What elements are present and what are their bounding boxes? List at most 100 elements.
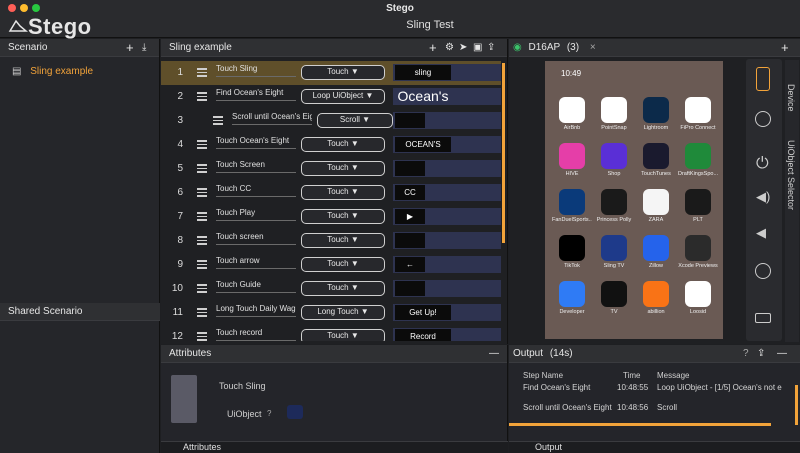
scrollbar[interactable] [502, 63, 505, 243]
cursor-icon[interactable]: ➤ [459, 39, 467, 57]
uiobject-selector-side-tab[interactable]: UiObject Selector [786, 140, 796, 210]
step-row[interactable]: 1 Touch Sling Touch ▼ sling [161, 61, 501, 85]
step-row[interactable]: 2 Find Ocean's Eight Loop UiObject ▼ Ocean'… [161, 85, 501, 109]
minimize-window-button[interactable] [20, 4, 28, 12]
volume-up-icon[interactable]: ◀) [756, 189, 770, 205]
device-side-tab[interactable]: Device [786, 84, 796, 112]
step-label[interactable]: Find Ocean's Eight [216, 88, 296, 101]
app-icon[interactable] [601, 143, 627, 169]
app-icon[interactable] [685, 235, 711, 261]
collapse-icon[interactable]: — [489, 345, 499, 363]
action-select[interactable]: Long Touch ▼ [301, 305, 385, 320]
app-icon[interactable] [559, 143, 585, 169]
step-row[interactable]: 3 Scroll until Ocean's Eight Scroll ▼ [161, 109, 501, 133]
phone-icon[interactable] [756, 67, 770, 91]
drag-handle-icon[interactable] [197, 188, 207, 197]
app-icon[interactable] [601, 281, 627, 307]
app-icon[interactable] [643, 281, 669, 307]
step-label[interactable]: Touch CC [216, 184, 296, 197]
drag-handle-icon[interactable] [197, 332, 207, 341]
app-icon[interactable] [643, 143, 669, 169]
phone-screen[interactable]: 10:49 AirBnb PointSnap Lightroom FiPro Conn… [545, 61, 723, 339]
action-select[interactable]: Loop UiObject ▼ [301, 89, 385, 104]
step-label[interactable]: Touch Ocean's Eight [216, 136, 296, 149]
zoom-window-button[interactable] [32, 4, 40, 12]
drag-handle-icon[interactable] [197, 92, 207, 101]
action-select[interactable]: Touch ▼ [301, 257, 385, 272]
drag-handle-icon[interactable] [197, 140, 207, 149]
drag-handle-icon[interactable] [197, 212, 207, 221]
step-row[interactable]: 4 Touch Ocean's Eight Touch ▼ OCEAN'S [161, 133, 501, 157]
help-icon[interactable]: ? [743, 345, 749, 363]
add-device-icon[interactable]: + [781, 39, 789, 57]
app-icon[interactable] [643, 235, 669, 261]
export-icon[interactable]: ⇪ [757, 345, 765, 363]
gear-icon[interactable]: ⚙ [445, 39, 454, 57]
action-select[interactable]: Scroll ▼ [317, 113, 393, 128]
drag-handle-icon[interactable] [213, 116, 223, 125]
step-label[interactable]: Touch Screen [216, 160, 296, 173]
app-icon[interactable] [559, 235, 585, 261]
volume-down-icon[interactable]: ◀ [756, 225, 766, 241]
drag-handle-icon[interactable] [197, 260, 207, 269]
action-select[interactable]: Touch ▼ [301, 329, 385, 341]
app-icon[interactable] [559, 97, 585, 123]
step-label[interactable]: Touch Sling [216, 64, 296, 77]
help-icon[interactable]: ? [267, 409, 271, 418]
action-select[interactable]: Touch ▼ [301, 161, 385, 176]
action-select[interactable]: Touch ▼ [301, 137, 385, 152]
app-icon[interactable] [685, 143, 711, 169]
close-tab-icon[interactable]: × [590, 42, 596, 53]
drag-handle-icon[interactable] [197, 284, 207, 293]
app-icon[interactable] [559, 189, 585, 215]
drag-handle-icon[interactable] [197, 308, 207, 317]
step-row[interactable]: 7 Touch Play Touch ▼ ▶ [161, 205, 501, 229]
share-icon[interactable]: ⇪ [487, 39, 495, 57]
step-label[interactable]: Touch Play [216, 208, 296, 221]
output-tab[interactable]: Output [535, 442, 562, 452]
step-row[interactable]: 9 Touch arrow Touch ▼ ← [161, 253, 501, 277]
save-icon[interactable]: ▣ [473, 39, 482, 57]
step-row[interactable]: 6 Touch CC Touch ▼ CC [161, 181, 501, 205]
app-icon[interactable] [685, 189, 711, 215]
app-icon[interactable] [601, 235, 627, 261]
device-tab-label[interactable]: D16AP [529, 42, 561, 53]
action-select[interactable]: Touch ▼ [301, 233, 385, 248]
app-icon[interactable] [559, 281, 585, 307]
action-select[interactable]: Touch ▼ [301, 65, 385, 80]
step-row[interactable]: 12 Touch record Touch ▼ Record [161, 325, 501, 341]
import-icon[interactable]: ⤓ [142, 39, 146, 57]
step-row[interactable]: 10 Touch Guide Touch ▼ [161, 277, 501, 301]
app-icon[interactable] [643, 97, 669, 123]
attributes-tab[interactable]: Attributes [183, 442, 221, 452]
scenario-item[interactable]: ▤ Sling example [12, 66, 93, 77]
drag-handle-icon[interactable] [197, 68, 207, 77]
app-icon[interactable] [685, 97, 711, 123]
step-label[interactable]: Touch screen [216, 232, 296, 245]
drag-handle-icon[interactable] [197, 164, 207, 173]
action-select[interactable]: Touch ▼ [301, 209, 385, 224]
step-label[interactable]: Touch arrow [216, 256, 296, 269]
action-select[interactable]: Touch ▼ [301, 281, 385, 296]
step-row[interactable]: 5 Touch Screen Touch ▼ [161, 157, 501, 181]
home-button-icon[interactable] [755, 111, 771, 127]
add-step-icon[interactable]: + [429, 39, 437, 57]
output-scrollbar[interactable] [795, 385, 798, 425]
step-label[interactable]: Scroll until Ocean's Eight [232, 112, 312, 125]
add-scenario-icon[interactable]: + [126, 39, 134, 57]
app-icon[interactable] [601, 97, 627, 123]
app-icon[interactable] [643, 189, 669, 215]
app-icon[interactable] [601, 189, 627, 215]
collapse-icon[interactable]: — [777, 345, 787, 363]
close-window-button[interactable] [8, 4, 16, 12]
step-label[interactable]: Long Touch Daily Wage [216, 304, 296, 317]
power-icon[interactable]: ⏻ [756, 155, 769, 173]
rotate-icon[interactable] [755, 263, 771, 279]
drag-handle-icon[interactable] [197, 236, 207, 245]
keyboard-icon[interactable] [755, 313, 771, 323]
app-icon[interactable] [685, 281, 711, 307]
step-row[interactable]: 11 Long Touch Daily Wage Long Touch ▼ Get U… [161, 301, 501, 325]
step-label[interactable]: Touch Guide [216, 280, 296, 293]
action-select[interactable]: Touch ▼ [301, 185, 385, 200]
step-row[interactable]: 8 Touch screen Touch ▼ [161, 229, 501, 253]
